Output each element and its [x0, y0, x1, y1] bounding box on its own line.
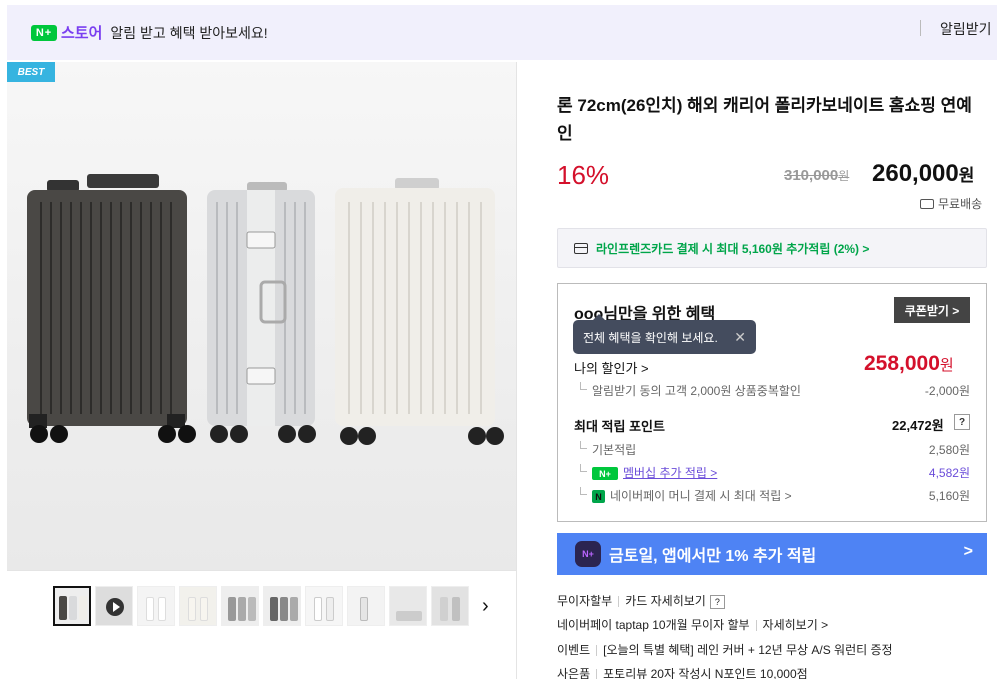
silver-suitcase: [207, 182, 316, 443]
app-promo-text: 금토일, 앱에서만 1% 추가 적립: [609, 548, 817, 565]
notify-button[interactable]: 알림받기: [940, 19, 992, 39]
suitcase-illustration: [27, 174, 504, 445]
help-icon[interactable]: ?: [954, 414, 970, 430]
point-item-naverpay[interactable]: N 네이버페이 머니 결제 시 최대 적립 > 5,160원: [574, 487, 970, 504]
naver-plus-store-logo: N+ 스토어: [31, 22, 102, 43]
thumbnail[interactable]: [347, 586, 385, 626]
chevron-right-icon[interactable]: ›: [482, 595, 489, 618]
thumbnail[interactable]: [263, 586, 301, 626]
truck-icon: [920, 198, 934, 209]
thumbnail[interactable]: [137, 586, 175, 626]
original-price: 310,000원: [784, 167, 850, 184]
discount-item: 알림받기 동의 고객 2,000원 상품중복할인 -2,000원: [574, 382, 970, 399]
chevron-right-icon: >: [963, 543, 973, 560]
card-promo-banner[interactable]: 라인프렌즈카드 결제 시 최대 5,160원 추가적립 (2%) >: [557, 228, 987, 268]
banner-message: 알림 받고 혜택 받아보세요!: [110, 24, 268, 41]
column-divider: [516, 62, 517, 679]
card-detail-link[interactable]: 카드 자세히보기: [625, 594, 706, 608]
naverpay-icon: N: [592, 490, 605, 504]
video-thumbnail[interactable]: [95, 586, 133, 626]
benefit-tooltip: 전체 혜택을 확인해 보세요. ✕: [573, 314, 756, 354]
close-icon[interactable]: ✕: [734, 329, 746, 346]
naver-plus-icon: N+: [592, 467, 618, 481]
gift-row: 사은품 포토리뷰 20자 작성시 N포인트 10,000점: [557, 667, 808, 679]
product-title: 론 72cm(26인치) 해외 캐리어 폴리카보네이트 홈쇼핑 연예인: [557, 96, 972, 143]
help-icon[interactable]: ?: [709, 594, 725, 609]
thumbnail[interactable]: [389, 586, 427, 626]
shipping-label: 무료배송: [938, 197, 983, 211]
play-icon: [106, 598, 124, 616]
thumbnail[interactable]: [53, 586, 91, 626]
white-suitcase: [335, 178, 504, 445]
product-main-image[interactable]: BEST: [7, 62, 516, 570]
thumbnail[interactable]: [179, 586, 217, 626]
dark-suitcase: [27, 174, 196, 443]
thumbnail[interactable]: [431, 586, 469, 626]
thumbnail[interactable]: [221, 586, 259, 626]
installment-row: 무이자할부 카드 자세히보기?: [557, 592, 725, 609]
point-item: 기본적립 2,580원: [574, 441, 970, 458]
thumbnail[interactable]: [305, 586, 343, 626]
benefit-box: ooo님만을 위한 혜택 쿠폰받기 > 전체 혜택을 확인해 보세요. ✕ 나의…: [557, 283, 987, 522]
store-label: 스토어: [61, 25, 103, 42]
naverpay-row: 네이버페이 taptap 10개월 무이자 할부 자세히보기 >: [557, 618, 829, 632]
naver-plus-icon: N+: [31, 24, 57, 41]
tooltip-text: 전체 혜택을 확인해 보세요.: [583, 330, 718, 345]
naver-plus-app-icon: N+: [575, 541, 601, 567]
thumbnail-strip: [53, 586, 469, 626]
point-item-membership[interactable]: N+ 멤버십 추가 적립 > 4,582원: [574, 464, 970, 481]
points-value: 22,472원: [892, 418, 944, 433]
gallery-divider: [7, 570, 516, 571]
credit-card-icon: [574, 242, 588, 254]
naverpay-detail-link[interactable]: 자세히보기 >: [763, 618, 829, 632]
app-promo-banner[interactable]: N+ 금토일, 앱에서만 1% 추가 적립 >: [557, 533, 987, 575]
discount-rate: 16%: [557, 160, 610, 190]
coupon-button[interactable]: 쿠폰받기 >: [894, 297, 970, 323]
event-row: 이벤트 [오늘의 특별 혜택] 레인 커버 + 12년 무상 A/S 워런티 증정: [557, 643, 893, 657]
banner-divider: [920, 20, 921, 36]
shipping-info: 무료배송: [920, 195, 982, 212]
my-discount-price: 258,000원: [864, 352, 954, 375]
card-promo-text: 라인프렌즈카드 결제 시 최대 5,160원 추가적립 (2%) >: [596, 241, 870, 256]
sale-price: 260,000원: [872, 160, 975, 187]
notification-banner: N+ 스토어 알림 받고 혜택 받아보세요!: [7, 5, 997, 60]
